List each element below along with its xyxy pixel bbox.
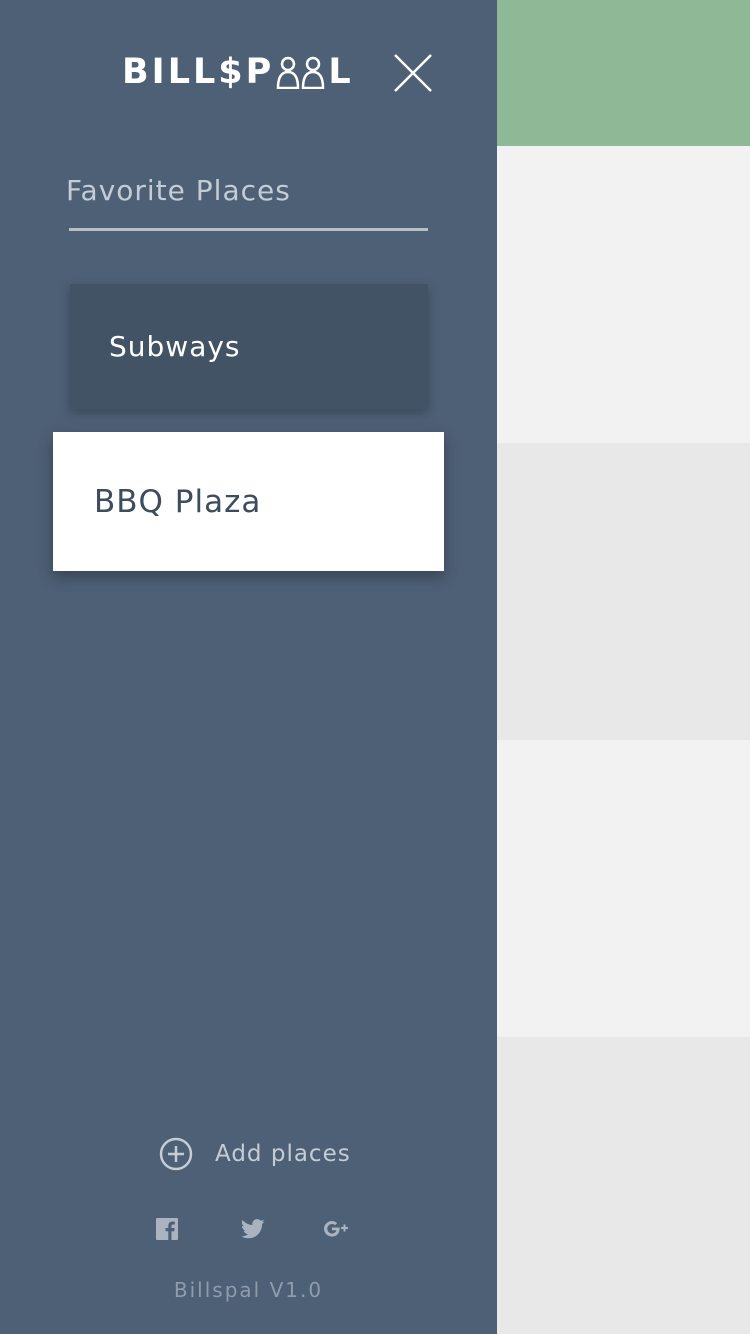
- app-screen: BILL$P L Favorite Places Subways BBQ Pla…: [0, 0, 750, 1334]
- billspal-logo: BILL$P L: [122, 52, 354, 92]
- place-item-bbq-plaza[interactable]: BBQ Plaza: [53, 432, 444, 571]
- place-item-label: BBQ Plaza: [94, 483, 262, 520]
- logo-text-right: L: [328, 52, 354, 92]
- close-drawer-button[interactable]: [392, 52, 434, 94]
- logo-text-left: BILL$P: [122, 52, 275, 92]
- add-circle-icon: [159, 1137, 193, 1171]
- twitter-icon: [241, 1219, 265, 1239]
- google-plus-icon: [324, 1221, 348, 1237]
- place-item-subways[interactable]: Subways: [70, 284, 428, 409]
- place-item-label: Subways: [109, 330, 241, 363]
- facebook-icon: [156, 1218, 178, 1240]
- app-version: Billspal V1.0: [173, 1278, 324, 1302]
- google-plus-button[interactable]: [324, 1216, 350, 1242]
- add-places-label: Add places: [215, 1141, 351, 1167]
- navigation-drawer: BILL$P L Favorite Places Subways BBQ Pla…: [0, 0, 497, 1334]
- add-places-button[interactable]: Add places: [158, 1136, 351, 1172]
- facebook-button[interactable]: [154, 1216, 180, 1242]
- section-divider: [69, 228, 428, 231]
- close-icon: [394, 54, 432, 92]
- favorite-places-heading: Favorite Places: [66, 174, 291, 207]
- twitter-button[interactable]: [240, 1216, 266, 1242]
- logo-people-icon: [275, 55, 327, 89]
